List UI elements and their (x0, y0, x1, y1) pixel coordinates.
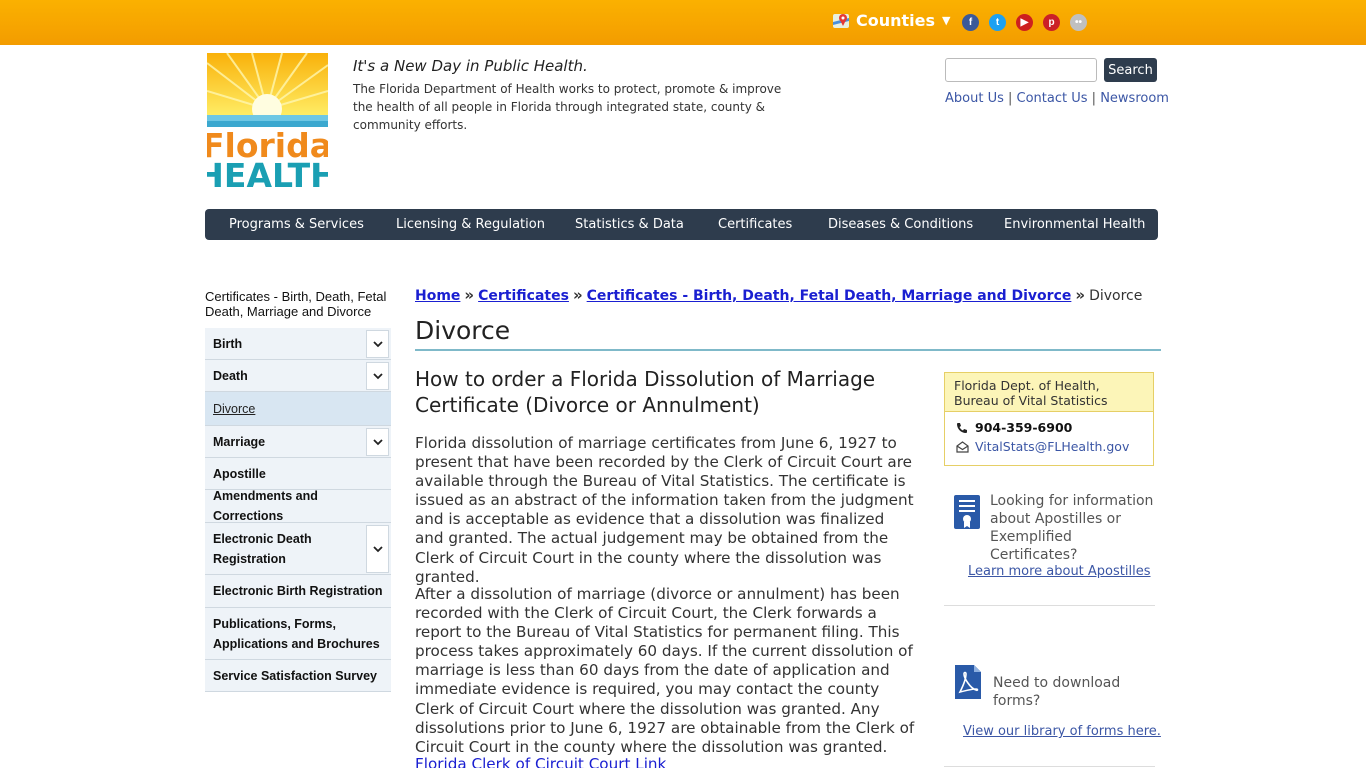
breadcrumb-current: Divorce (1089, 288, 1143, 304)
sidebar-item-electronic-birth-registration[interactable]: Electronic Birth Registration (205, 575, 391, 608)
page-title: Divorce (415, 316, 511, 345)
sidebar-item-label: Service Satisfaction Survey (213, 668, 377, 683)
divider: | (1091, 91, 1097, 106)
divider (944, 605, 1155, 606)
chevron-down-icon[interactable] (366, 525, 389, 573)
email-address: VitalStats@FLHealth.gov (975, 439, 1130, 454)
sidebar-item-label: Death (213, 368, 248, 383)
mission-statement: The Florida Department of Health works t… (353, 82, 782, 132)
breadcrumb-certificates[interactable]: Certificates (478, 288, 569, 304)
sidebar-item-death[interactable]: Death (205, 360, 391, 392)
sidebar-item-birth[interactable]: Birth (205, 328, 391, 360)
sidebar-item-electronic-death-registration[interactable]: Electronic Death Registration (205, 523, 391, 575)
divider (944, 766, 1155, 767)
forms-info-text: Need to download forms? (993, 675, 1121, 709)
chevron-down-icon[interactable] (366, 428, 389, 456)
forms-library-link[interactable]: View our library of forms here. (963, 724, 1161, 739)
contact-title: Florida Dept. of Health, Bureau of Vital… (945, 373, 1153, 412)
pdf-icon (954, 664, 982, 704)
chevron-down-icon: ▼ (942, 14, 951, 27)
phone-number: 904-359-6900 (975, 420, 1073, 435)
nav-statistics-data[interactable]: Statistics & Data (575, 217, 684, 232)
chevron-down-icon[interactable] (366, 330, 389, 358)
nav-programs-services[interactable]: Programs & Services (229, 217, 364, 232)
sidebar-menu: Birth Death Divorce Marriage Apostille Amendm… (205, 328, 391, 692)
sidebar-item-publications-forms-applications-and-brochures[interactable]: Publications, Forms, Applications and Br… (205, 608, 391, 660)
paragraph-recording-process: After a dissolution of marriage (divorce… (415, 585, 915, 756)
sidebar-item-label: Marriage (213, 434, 266, 449)
certificate-document-icon (953, 494, 981, 534)
flickr-icon[interactable]: •• (1070, 14, 1087, 31)
tagline: It's a New Day in Public Health. (353, 57, 588, 75)
facebook-icon[interactable]: f (962, 14, 979, 31)
clerk-of-court-link[interactable]: Florida Clerk of Circuit Court Link (415, 755, 666, 768)
nav-diseases-conditions[interactable]: Diseases & Conditions (828, 217, 973, 232)
breadcrumb-separator: » (1075, 286, 1086, 304)
sidebar-item-marriage[interactable]: Marriage (205, 426, 391, 458)
sidebar-item-service-satisfaction-survey[interactable]: Service Satisfaction Survey (205, 660, 391, 692)
contact-phone[interactable]: 904-359-6900 (955, 420, 1072, 435)
florida-health-logo[interactable]: Florida HEALTH (196, 52, 338, 195)
about-us-link[interactable]: About Us (945, 91, 1004, 106)
counties-dropdown[interactable]: Counties ▼ (832, 11, 951, 30)
utility-links: About Us | Contact Us | Newsroom (945, 91, 1169, 106)
sidebar-item-label: Apostille (213, 466, 266, 481)
sidebar-item-label: Divorce (213, 401, 256, 416)
envelope-icon (955, 440, 969, 453)
sidebar-item-label: Birth (213, 336, 243, 351)
breadcrumb-section[interactable]: Certificates - Birth, Death, Fetal Death… (587, 288, 1072, 304)
youtube-icon[interactable]: ▶ (1016, 14, 1033, 31)
title-divider (415, 349, 1161, 351)
sidebar-item-label: Electronic Birth Registration (213, 584, 383, 598)
counties-label: Counties (856, 11, 936, 30)
search-button[interactable]: Search (1104, 58, 1157, 82)
breadcrumb: Home» Certificates» Certificates - Birth, … (415, 286, 1142, 304)
search-input[interactable] (945, 58, 1097, 82)
breadcrumb-home[interactable]: Home (415, 288, 460, 304)
nav-licensing-regulation[interactable]: Licensing & Regulation (396, 217, 545, 232)
map-pin-icon (832, 12, 850, 30)
sidebar-item-divorce[interactable]: Divorce (205, 392, 391, 426)
contact-email[interactable]: VitalStats@FLHealth.gov (955, 439, 1129, 454)
nav-certificates[interactable]: Certificates (718, 217, 792, 232)
sidebar-item-label: Amendments and Corrections (213, 489, 318, 523)
nav-environmental-health[interactable]: Environmental Health (1004, 217, 1145, 232)
contact-box: Florida Dept. of Health, Bureau of Vital… (944, 372, 1154, 466)
newsroom-link[interactable]: Newsroom (1100, 91, 1169, 106)
twitter-icon[interactable]: t (989, 14, 1006, 31)
section-heading: How to order a Florida Dissolution of Ma… (415, 367, 876, 417)
contact-us-link[interactable]: Contact Us (1017, 91, 1088, 106)
apostille-link[interactable]: Learn more about Apostilles (968, 564, 1151, 579)
apostille-info-text: Looking for information about Apostilles… (990, 493, 1154, 563)
paragraph-certificates-availability: Florida dissolution of marriage certific… (415, 434, 914, 586)
breadcrumb-separator: » (572, 286, 583, 304)
social-links: f t ▶ p •• (962, 14, 1087, 31)
logo-word-health: HEALTH (207, 156, 328, 188)
top-bar: Counties ▼ f t ▶ p •• (0, 0, 1366, 45)
chevron-down-icon[interactable] (366, 362, 389, 390)
phone-icon (955, 422, 969, 434)
sidebar-title[interactable]: Certificates - Birth, Death, Fetal Death… (205, 289, 391, 319)
sidebar-item-amendments-and-corrections[interactable]: Amendments and Corrections (205, 489, 391, 523)
breadcrumb-separator: » (464, 286, 475, 304)
sidebar-item-label: Publications, Forms, Applications and Br… (213, 616, 380, 651)
main-navigation: Programs & Services Licensing & Regulati… (205, 209, 1158, 240)
pinterest-icon[interactable]: p (1043, 14, 1060, 31)
divider: | (1008, 91, 1013, 106)
sidebar-item-label: Electronic Death Registration (213, 531, 312, 566)
